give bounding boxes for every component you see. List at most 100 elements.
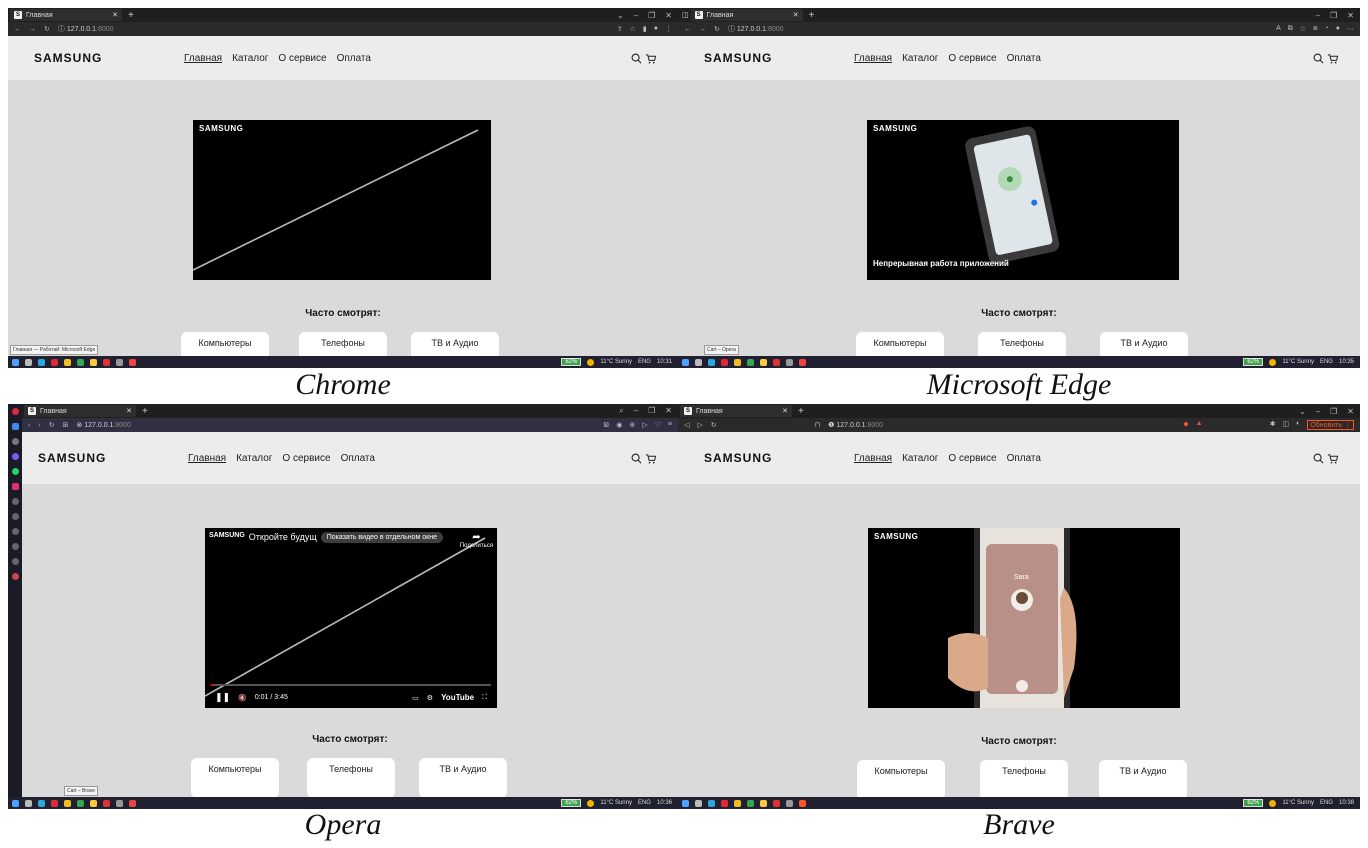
reload-icon[interactable]: ↻ <box>711 421 717 429</box>
url-field[interactable]: ❶ 127.0.0.1:8000 <box>828 421 883 429</box>
menu-icon[interactable]: ⋮ <box>665 25 672 33</box>
star-icon[interactable]: ☆ <box>630 25 636 33</box>
yandex-icon[interactable] <box>734 799 741 807</box>
search-icon[interactable] <box>1313 53 1324 64</box>
app-icon[interactable] <box>786 799 793 807</box>
nav-home[interactable]: Главная <box>188 453 226 464</box>
wallet-icon[interactable]: ◐ <box>1296 420 1300 430</box>
browser-tab[interactable]: S Главная ✕ <box>24 405 136 417</box>
brave-icon[interactable] <box>799 799 806 807</box>
update-button[interactable]: Обновить ⋮ <box>1307 420 1354 430</box>
nav-catalog[interactable]: Каталог <box>236 453 272 464</box>
back-icon[interactable]: ◁ <box>684 421 689 429</box>
start-icon[interactable] <box>682 799 689 807</box>
samsung-logo[interactable]: SAMSUNG <box>704 451 854 465</box>
favorites-icon[interactable]: ☆ <box>1300 25 1306 33</box>
chrome-icon[interactable] <box>77 799 84 807</box>
messenger-icon[interactable] <box>11 453 19 460</box>
nav-home[interactable]: Главная <box>184 53 222 64</box>
battery-badge[interactable]: 62% <box>561 799 582 807</box>
start-icon[interactable] <box>12 358 19 366</box>
forward-icon[interactable]: ▷ <box>697 421 702 429</box>
close-icon[interactable]: ✕ <box>665 11 672 20</box>
app-icon[interactable] <box>116 799 123 807</box>
history-icon[interactable] <box>11 543 19 550</box>
minimize-icon[interactable]: – <box>634 11 638 20</box>
samsung-logo[interactable]: SAMSUNG <box>38 451 188 465</box>
nav-about[interactable]: О сервисе <box>282 453 330 464</box>
heart-icon[interactable]: ♡ <box>655 421 661 429</box>
battery-badge[interactable]: 62% <box>561 358 582 366</box>
chrome-icon[interactable] <box>77 358 84 366</box>
promo-video[interactable]: SAMSUNG Sara <box>868 528 1180 708</box>
extensions-icon[interactable]: ⧉ <box>1288 25 1293 33</box>
minimize-icon[interactable]: – <box>1316 407 1320 416</box>
search-icon[interactable] <box>695 799 702 807</box>
chrome-icon[interactable] <box>747 799 754 807</box>
close-tab-icon[interactable]: ✕ <box>126 407 132 415</box>
new-tab-icon[interactable]: + <box>142 406 148 417</box>
mute-icon[interactable]: 🔇 <box>238 694 247 702</box>
pause-icon[interactable]: ❚❚ <box>215 692 230 703</box>
sidebar-icon[interactable]: ▮ <box>643 25 647 33</box>
clock[interactable]: 10:31 <box>657 359 672 365</box>
pip-button[interactable]: Показать видео в отдельном окне <box>320 532 443 543</box>
edge-icon[interactable] <box>708 358 715 366</box>
battery-badge[interactable]: 62% <box>1243 799 1264 807</box>
yandex-icon[interactable] <box>734 358 741 366</box>
edge-icon[interactable] <box>38 358 45 366</box>
search-icon[interactable] <box>695 358 702 366</box>
clock[interactable]: 10:38 <box>1339 800 1354 806</box>
edge-icon[interactable] <box>38 799 45 807</box>
speed-dial-icon[interactable]: ⊞ <box>63 421 69 429</box>
camera-icon[interactable]: ◉ <box>616 421 622 429</box>
whatsapp-icon[interactable] <box>11 468 19 475</box>
forward-icon[interactable]: → <box>29 26 36 33</box>
app-icon[interactable] <box>103 358 110 366</box>
language-indicator[interactable]: ENG <box>638 800 651 806</box>
nav-payment[interactable]: Оплата <box>1007 453 1041 464</box>
rewards-icon[interactable]: ▲ <box>1196 420 1203 430</box>
cart-icon[interactable] <box>1327 53 1338 64</box>
share-button[interactable]: ➦ Поделиться <box>460 532 493 549</box>
heart-icon[interactable] <box>11 573 19 580</box>
app-icon[interactable] <box>799 358 806 366</box>
player-icon[interactable] <box>11 498 19 505</box>
language-indicator[interactable]: ENG <box>638 359 651 365</box>
clock[interactable]: 10:36 <box>657 800 672 806</box>
app-icon[interactable] <box>129 799 136 807</box>
favorites-icon[interactable] <box>11 528 19 535</box>
reload-icon[interactable]: ↻ <box>49 421 55 429</box>
home-icon[interactable] <box>11 438 19 445</box>
collections-icon[interactable]: ⧈ <box>1313 25 1317 33</box>
browser-tab[interactable]: S Главная ✕ <box>680 405 792 417</box>
minimize-icon[interactable]: – <box>634 406 638 416</box>
close-icon[interactable]: ✕ <box>1347 11 1354 20</box>
chrome-icon[interactable] <box>747 358 754 366</box>
bookmark-icon[interactable]: ⊓ <box>815 421 820 429</box>
profile-icon[interactable]: ● <box>1336 25 1340 33</box>
nav-payment[interactable]: Оплата <box>341 453 375 464</box>
app-icon[interactable] <box>786 358 793 366</box>
nav-home[interactable]: Главная <box>854 53 892 64</box>
maximize-icon[interactable]: ❐ <box>648 406 655 416</box>
promo-video[interactable]: SAMSUNG Непрерывная работа приложений <box>867 120 1179 280</box>
promo-video[interactable]: SAMSUNG <box>193 120 491 280</box>
settings-icon[interactable] <box>11 558 19 565</box>
vpn-icon[interactable]: ⊕ <box>629 421 635 429</box>
close-tab-icon[interactable]: ✕ <box>782 407 788 415</box>
close-tab-icon[interactable]: ✕ <box>793 11 799 19</box>
forward-icon[interactable]: → <box>699 26 706 33</box>
read-aloud-icon[interactable]: A <box>1276 25 1281 33</box>
category-card-phones[interactable]: Телефоны <box>307 758 395 798</box>
search-icon[interactable] <box>25 799 32 807</box>
app-icon[interactable] <box>773 358 780 366</box>
category-card-computers[interactable]: Компьютеры <box>857 760 945 800</box>
nav-about[interactable]: О сервисе <box>948 453 996 464</box>
gear-icon[interactable]: ⚙ <box>427 694 433 702</box>
share-icon[interactable]: ⇪ <box>617 25 623 33</box>
back-icon[interactable]: ‹ <box>28 422 30 429</box>
url-field[interactable]: ⓘ 127.0.0.1:8000 <box>58 24 114 34</box>
brave-shields-icon[interactable]: ◆ <box>1183 420 1188 430</box>
nav-catalog[interactable]: Каталог <box>232 53 268 64</box>
